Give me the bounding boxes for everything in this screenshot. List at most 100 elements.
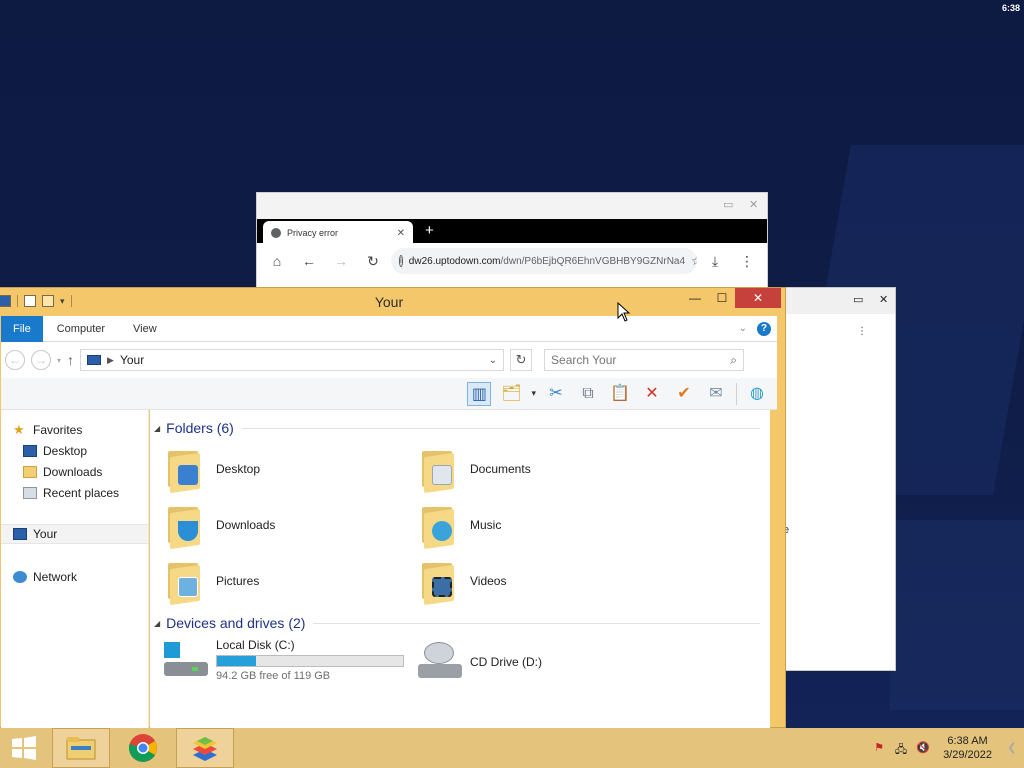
ribbon-tabs: File Computer View ⌄ ?	[1, 315, 777, 342]
new-tab-button[interactable]: +	[425, 222, 434, 239]
forward-arrow-icon[interactable]: →	[327, 253, 355, 269]
start-button[interactable]	[0, 728, 48, 768]
nav-downloads[interactable]: Downloads	[23, 462, 148, 482]
tab-file[interactable]: File	[1, 315, 43, 342]
search-input[interactable]	[551, 353, 731, 367]
shell-icon[interactable]: ◍	[745, 382, 769, 406]
taskbar: ⚑ 🖧 🔇 6:38 AM 3/29/2022 ❮	[0, 728, 1024, 768]
nav-network[interactable]: Network	[13, 567, 148, 587]
home-icon[interactable]: ⌂	[263, 253, 291, 269]
rename-check-icon[interactable]: ✔	[672, 382, 696, 406]
back-arrow-icon[interactable]: ←	[295, 253, 323, 269]
chrome-tabstrip: Privacy error ✕ +	[257, 219, 767, 245]
breadcrumb-chevron-icon[interactable]: ▶	[107, 355, 114, 366]
search-icon[interactable]: ⌕	[730, 353, 737, 368]
background-window-titlebar[interactable]: ▭ ✕	[781, 288, 895, 314]
delete-icon[interactable]: ✕	[640, 382, 664, 406]
recent-places-icon	[23, 487, 37, 499]
up-arrow-icon[interactable]: ↑	[67, 352, 74, 368]
windows-logo-icon	[12, 736, 36, 760]
kebab-menu-icon[interactable]: ⋮	[857, 326, 867, 337]
nav-desktop[interactable]: Desktop	[23, 441, 148, 461]
taskbar-file-explorer[interactable]	[52, 728, 110, 768]
search-box[interactable]: ⌕	[544, 349, 745, 371]
address-dropdown-icon[interactable]: ⌄	[489, 355, 497, 366]
nav-desktop-label: Desktop	[43, 444, 88, 458]
chrome-close-button[interactable]: ✕	[749, 198, 758, 211]
download-icon[interactable]: ⤓	[701, 253, 729, 270]
paste-icon[interactable]: 📋	[608, 382, 632, 406]
nav-recent-places[interactable]: Recent places	[23, 483, 148, 503]
address-bar[interactable]: ▶ Your ⌄	[80, 349, 505, 371]
close-button[interactable]: ✕	[879, 293, 888, 306]
chrome-window[interactable]: ▭ ✕ Privacy error ✕ + ⌂ ← → ↻ i dw26.upt…	[256, 192, 768, 292]
drive-name: CD Drive (D:)	[470, 655, 542, 669]
folder-music[interactable]: Music	[418, 500, 658, 550]
url-path: /dwn/P6bEjbQR6EhnVGBHBY9GZNrNa4	[500, 255, 686, 267]
taskbar-bluestacks[interactable]	[176, 728, 234, 768]
taskbar-date: 3/29/2022	[943, 749, 992, 761]
folder-downloads[interactable]: Downloads	[164, 500, 404, 550]
collapse-triangle-icon[interactable]: ◢	[154, 619, 160, 628]
minimize-button[interactable]: —	[687, 288, 703, 308]
folder-desktop[interactable]: Desktop	[164, 444, 404, 494]
info-icon[interactable]: i	[399, 255, 403, 267]
folder-name: Desktop	[216, 462, 261, 476]
nav-network-label: Network	[33, 570, 78, 584]
file-explorer-window[interactable]: ▾ Your — ☐ ✕ File Computer View ⌄ ? ← → …	[0, 287, 786, 728]
background-app-window[interactable]: ▭ ✕ ⋮ e	[780, 287, 896, 671]
chrome-minimize-button[interactable]: ▭	[723, 198, 733, 211]
nav-this-pc[interactable]: Your	[1, 524, 148, 544]
refresh-button[interactable]: ↻	[510, 349, 533, 371]
collapse-triangle-icon[interactable]: ◢	[154, 424, 160, 433]
drive-local-disk-c[interactable]: Local Disk (C:) 94.2 GB free of 119 GB	[162, 638, 404, 682]
recent-locations-icon[interactable]: ▾	[57, 356, 61, 365]
back-button[interactable]: ←	[5, 350, 25, 370]
folder-videos[interactable]: Videos	[418, 556, 658, 606]
show-hidden-icons-chevron[interactable]: ❮	[1004, 741, 1020, 755]
close-button[interactable]: ✕	[735, 288, 781, 308]
properties-folder-icon[interactable]: 🗂	[499, 382, 523, 406]
explorer-titlebar[interactable]: ▾ Your — ☐ ✕	[0, 288, 785, 316]
maximize-button[interactable]: ☐	[713, 288, 731, 308]
address-row: ← → ▾ ↑ ▶ Your ⌄ ↻ ⌕	[1, 342, 777, 378]
tab-view[interactable]: View	[119, 316, 171, 342]
chrome-tab-privacy-error[interactable]: Privacy error ✕	[263, 221, 413, 245]
properties-dropdown-icon[interactable]: ▾	[531, 388, 536, 399]
folders-group-header[interactable]: ◢ Folders (6)	[150, 418, 760, 438]
restore-button[interactable]: ▭	[853, 293, 863, 306]
nav-favorites[interactable]: ★ Favorites	[13, 420, 148, 440]
cut-icon[interactable]: ✂	[544, 382, 568, 406]
email-icon[interactable]: ✉	[704, 382, 728, 406]
chrome-titlebar[interactable]: ▭ ✕	[257, 193, 767, 219]
breadcrumb-location[interactable]: Your	[120, 353, 144, 367]
drive-cd-d[interactable]: CD Drive (D:)	[416, 642, 542, 682]
folder-documents[interactable]: Documents	[418, 444, 658, 494]
folder-pictures[interactable]: Pictures	[164, 556, 404, 606]
volume-muted-icon[interactable]: 🔇	[915, 741, 931, 755]
file-explorer-icon	[66, 737, 96, 760]
folder-name: Documents	[470, 462, 531, 476]
omnibox[interactable]: i dw26.uptodown.com/dwn/P6bEjbQR6EhnVGBH…	[391, 248, 697, 274]
drives-group-header[interactable]: ◢ Devices and drives (2)	[150, 613, 760, 633]
folder-name: Videos	[470, 574, 507, 588]
drive-usage-fill	[217, 656, 256, 666]
star-icon[interactable]: ☆	[691, 254, 697, 268]
copy-icon[interactable]: ⧉	[576, 382, 600, 406]
nav-downloads-label: Downloads	[43, 465, 103, 479]
content-pane: ◢ Folders (6) Desktop Documents Download…	[150, 410, 770, 728]
taskbar-chrome[interactable]	[114, 728, 172, 768]
kebab-menu-icon[interactable]: ⋮	[733, 253, 761, 270]
help-icon[interactable]: ?	[757, 321, 771, 336]
expand-ribbon-icon[interactable]: ⌄	[739, 323, 747, 334]
network-icon[interactable]: 🖧	[893, 741, 909, 756]
action-center-flag-icon[interactable]: ⚑	[871, 741, 887, 755]
tab-close-icon[interactable]: ✕	[397, 228, 405, 239]
preview-pane-icon[interactable]: ▥	[467, 381, 492, 406]
chrome-icon	[128, 734, 157, 762]
window-title: Your	[374, 294, 404, 310]
reload-icon[interactable]: ↻	[359, 253, 387, 270]
taskbar-clock[interactable]: 6:38 AM 3/29/2022	[943, 734, 992, 762]
forward-button[interactable]: →	[31, 350, 51, 370]
tab-computer[interactable]: Computer	[43, 316, 119, 342]
